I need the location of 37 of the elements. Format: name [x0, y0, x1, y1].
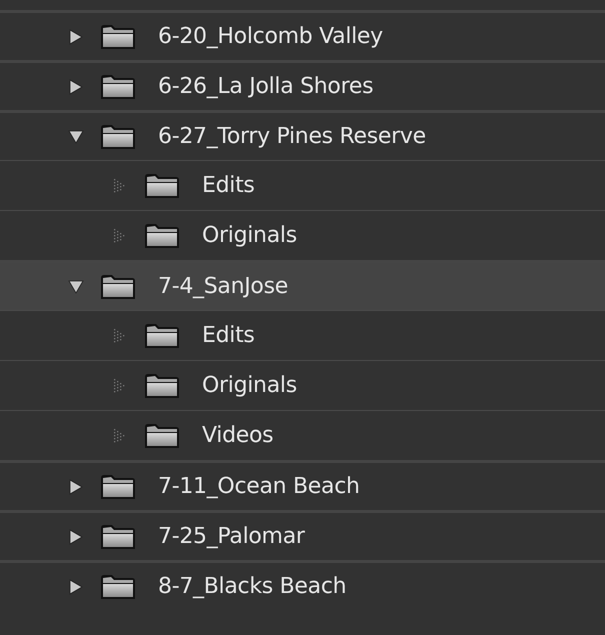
folder-name: Edits — [202, 173, 255, 198]
folder-icon — [144, 422, 180, 448]
folder-icon — [144, 322, 180, 348]
folder-name: Originals — [202, 223, 297, 248]
folder-icon — [100, 474, 136, 500]
folder-row[interactable]: 7-4_SanJose — [0, 260, 605, 310]
folder-name: 6-20_Holcomb Valley — [158, 24, 383, 49]
folder-name: Originals — [202, 373, 297, 398]
dotted-triangle-icon — [113, 378, 127, 392]
folder-icon — [100, 524, 136, 550]
collapsed-triangle-icon[interactable] — [69, 578, 83, 594]
folder-icon — [144, 372, 180, 398]
dotted-triangle-icon — [113, 328, 127, 342]
folder-name: 7-11_Ocean Beach — [158, 474, 360, 499]
collapsed-triangle-icon[interactable] — [69, 528, 83, 544]
folder-name: 7-4_SanJose — [158, 274, 288, 299]
folder-name: 6-27_Torry Pines Reserve — [158, 124, 426, 149]
dotted-triangle-icon — [113, 428, 127, 442]
folder-icon — [144, 172, 180, 198]
folder-name: Edits — [202, 323, 255, 348]
collapsed-triangle-icon[interactable] — [69, 28, 83, 44]
dotted-triangle-icon — [113, 228, 127, 242]
folder-icon — [100, 274, 136, 300]
folder-icon — [100, 574, 136, 600]
dotted-triangle-icon — [113, 178, 127, 192]
collapsed-triangle-icon[interactable] — [69, 78, 83, 94]
folder-icon — [144, 222, 180, 248]
folder-name: Videos — [202, 423, 274, 448]
folder-icon — [100, 124, 136, 150]
folder-icon — [100, 24, 136, 50]
expanded-triangle-icon[interactable] — [68, 130, 84, 144]
collapsed-triangle-icon[interactable] — [69, 478, 83, 494]
folder-name: 8-7_Blacks Beach — [158, 574, 346, 599]
folder-icon — [100, 74, 136, 100]
expanded-triangle-icon[interactable] — [68, 280, 84, 294]
folder-name: 6-26_La Jolla Shores — [158, 74, 374, 99]
folder-name: 7-25_Palomar — [158, 524, 305, 549]
